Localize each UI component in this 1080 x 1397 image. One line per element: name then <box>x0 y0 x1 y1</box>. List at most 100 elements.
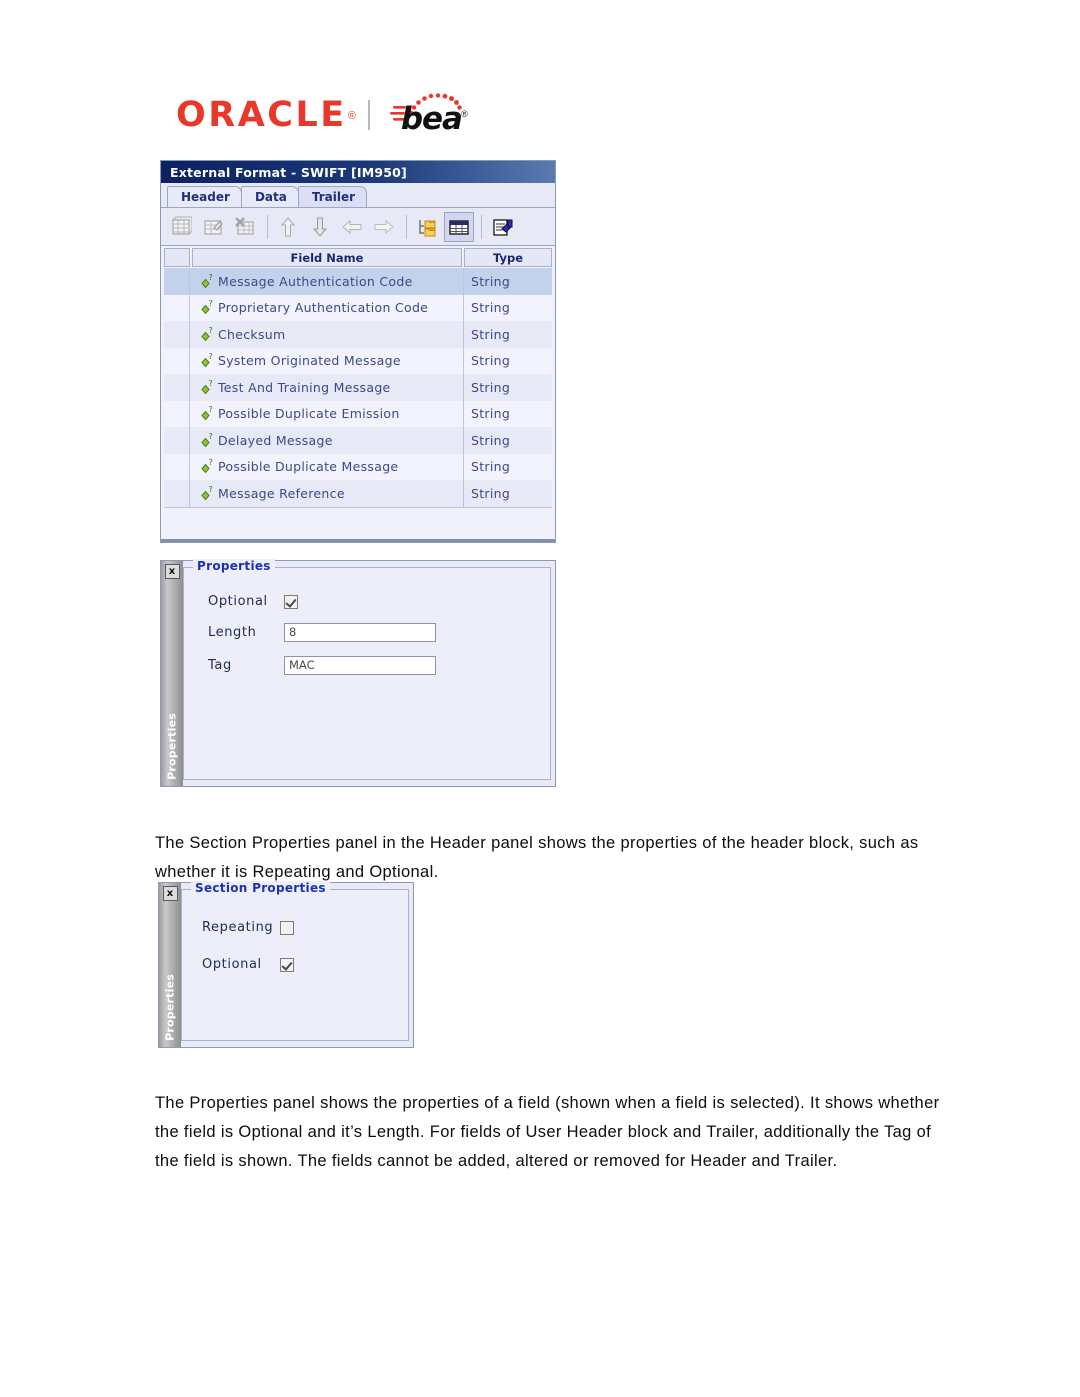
field-type-label: String <box>471 353 511 369</box>
move-right-icon <box>374 219 394 234</box>
table-row[interactable]: ? Test And Training Message String <box>164 374 552 401</box>
tag-property-row: Tag MAC <box>208 656 550 675</box>
svg-text:?: ? <box>209 485 213 494</box>
close-icon[interactable]: x <box>162 886 178 901</box>
section-properties-description: The Section Properties panel in the Head… <box>155 833 919 881</box>
table-row[interactable]: ? Message Reference String <box>164 480 552 507</box>
new-table-button[interactable] <box>166 212 196 242</box>
move-up-button[interactable] <box>273 212 303 242</box>
row-field-name-cell: ? System Originated Message <box>190 347 464 374</box>
row-field-name-cell: ? Test And Training Message <box>190 374 464 401</box>
logo-divider <box>367 100 370 130</box>
column-header-field-name[interactable]: Field Name <box>192 248 462 267</box>
optional-field-icon: ? <box>197 485 214 502</box>
properties-rail: x Properties <box>161 561 183 786</box>
table-row[interactable]: ? Possible Duplicate Message String <box>164 453 552 480</box>
table-row[interactable]: ? Proprietary Authentication Code String <box>164 294 552 322</box>
length-input[interactable]: 8 <box>284 623 436 642</box>
row-gutter <box>164 268 190 295</box>
move-down-icon <box>312 217 328 237</box>
field-name-label: System Originated Message <box>218 353 401 369</box>
move-left-button[interactable] <box>337 212 367 242</box>
optional-checkbox[interactable] <box>284 594 298 609</box>
field-type-label: String <box>471 379 511 395</box>
row-gutter <box>164 453 190 480</box>
close-icon[interactable]: x <box>164 564 180 579</box>
table-row[interactable]: ? Delayed Message String <box>164 427 552 454</box>
edit-table-button[interactable] <box>198 212 228 242</box>
edit-table-icon <box>204 220 223 234</box>
row-gutter <box>164 427 190 454</box>
move-down-button[interactable] <box>305 212 335 242</box>
tag-input[interactable]: MAC <box>284 656 436 675</box>
row-type-cell: String <box>464 374 552 401</box>
table-view-button[interactable] <box>444 211 474 242</box>
field-name-label: Test And Training Message <box>218 379 391 395</box>
optional-field-icon: ? <box>197 299 214 316</box>
row-gutter <box>164 321 190 348</box>
row-type-cell: String <box>464 295 552 322</box>
row-gutter <box>164 347 190 374</box>
column-header-gutter[interactable] <box>164 248 190 267</box>
tab-trailer[interactable]: Trailer <box>297 186 368 207</box>
row-gutter <box>164 480 190 507</box>
section-properties-group-box: Section Properties Repeating Optional <box>181 881 409 1041</box>
tab-data[interactable]: Data <box>240 186 299 207</box>
toolbar-separator <box>481 214 482 239</box>
field-type-label: String <box>471 273 511 289</box>
table-row[interactable]: ? System Originated Message String <box>164 347 552 374</box>
properties-icon <box>493 218 513 236</box>
row-type-cell: String <box>464 321 552 348</box>
repeating-property-row: Repeating <box>202 920 408 935</box>
panel-splitter[interactable] <box>161 538 555 542</box>
svg-text:?: ? <box>209 379 213 388</box>
row-field-name-cell: ? Possible Duplicate Message <box>190 453 464 480</box>
optional-checkbox[interactable] <box>280 957 294 972</box>
optional-label: Optional <box>208 594 268 609</box>
optional-field-icon: ? <box>197 458 214 475</box>
section-properties-panel: x Properties Section Properties Repeatin… <box>158 881 414 1048</box>
field-name-label: Checksum <box>218 326 286 342</box>
column-header-type[interactable]: Type <box>464 248 552 267</box>
oracle-registered-mark: ® <box>347 110 356 123</box>
row-gutter <box>164 400 190 427</box>
tab-header[interactable]: Header <box>167 186 242 207</box>
length-property-row: Length 8 <box>208 623 550 642</box>
move-right-button[interactable] <box>369 212 399 242</box>
field-table: Field Name Type ? Message Authentication… <box>161 246 555 539</box>
table-row[interactable]: ? Possible Duplicate Emission String <box>164 400 552 428</box>
optional-property-row: Optional <box>208 594 550 609</box>
properties-button[interactable] <box>487 212 517 242</box>
svg-text:?: ? <box>209 432 213 441</box>
field-name-label: Possible Duplicate Emission <box>218 406 400 422</box>
table-row[interactable]: ? Checksum String <box>164 321 552 348</box>
table-row[interactable]: ? Message Authentication Code String <box>164 268 552 295</box>
tab-strip: Header Data Trailer <box>161 183 555 208</box>
properties-rail: x Properties <box>159 883 181 1047</box>
new-table-icon <box>172 216 192 234</box>
table-empty-area <box>164 506 552 536</box>
field-type-label: String <box>471 300 511 316</box>
field-name-label: Possible Duplicate Message <box>218 459 399 475</box>
row-field-name-cell: ? Message Reference <box>190 480 464 507</box>
optional-property-row: Optional <box>202 957 408 972</box>
properties-rail-label: Properties <box>165 713 179 780</box>
row-field-name-cell: ? Message Authentication Code <box>190 268 464 295</box>
svg-text:?: ? <box>209 352 213 361</box>
toolbar <box>161 208 555 246</box>
svg-text:?: ? <box>209 273 213 282</box>
repeating-checkbox[interactable] <box>280 920 294 935</box>
repeating-label: Repeating <box>202 920 274 935</box>
tree-view-icon <box>419 219 436 236</box>
length-label: Length <box>208 625 257 640</box>
optional-field-icon: ? <box>197 273 214 290</box>
bea-wordmark: bea ® <box>384 93 468 137</box>
row-field-name-cell: ? Proprietary Authentication Code <box>190 294 464 321</box>
table-header-row: Field Name Type <box>164 248 552 267</box>
bea-registered-mark: ® <box>461 109 468 119</box>
bea-logo-text: bea <box>400 101 463 137</box>
tree-view-button[interactable] <box>412 212 442 242</box>
delete-table-button[interactable] <box>230 212 260 242</box>
properties-legend: Properties <box>193 559 275 573</box>
row-type-cell: String <box>464 401 552 428</box>
